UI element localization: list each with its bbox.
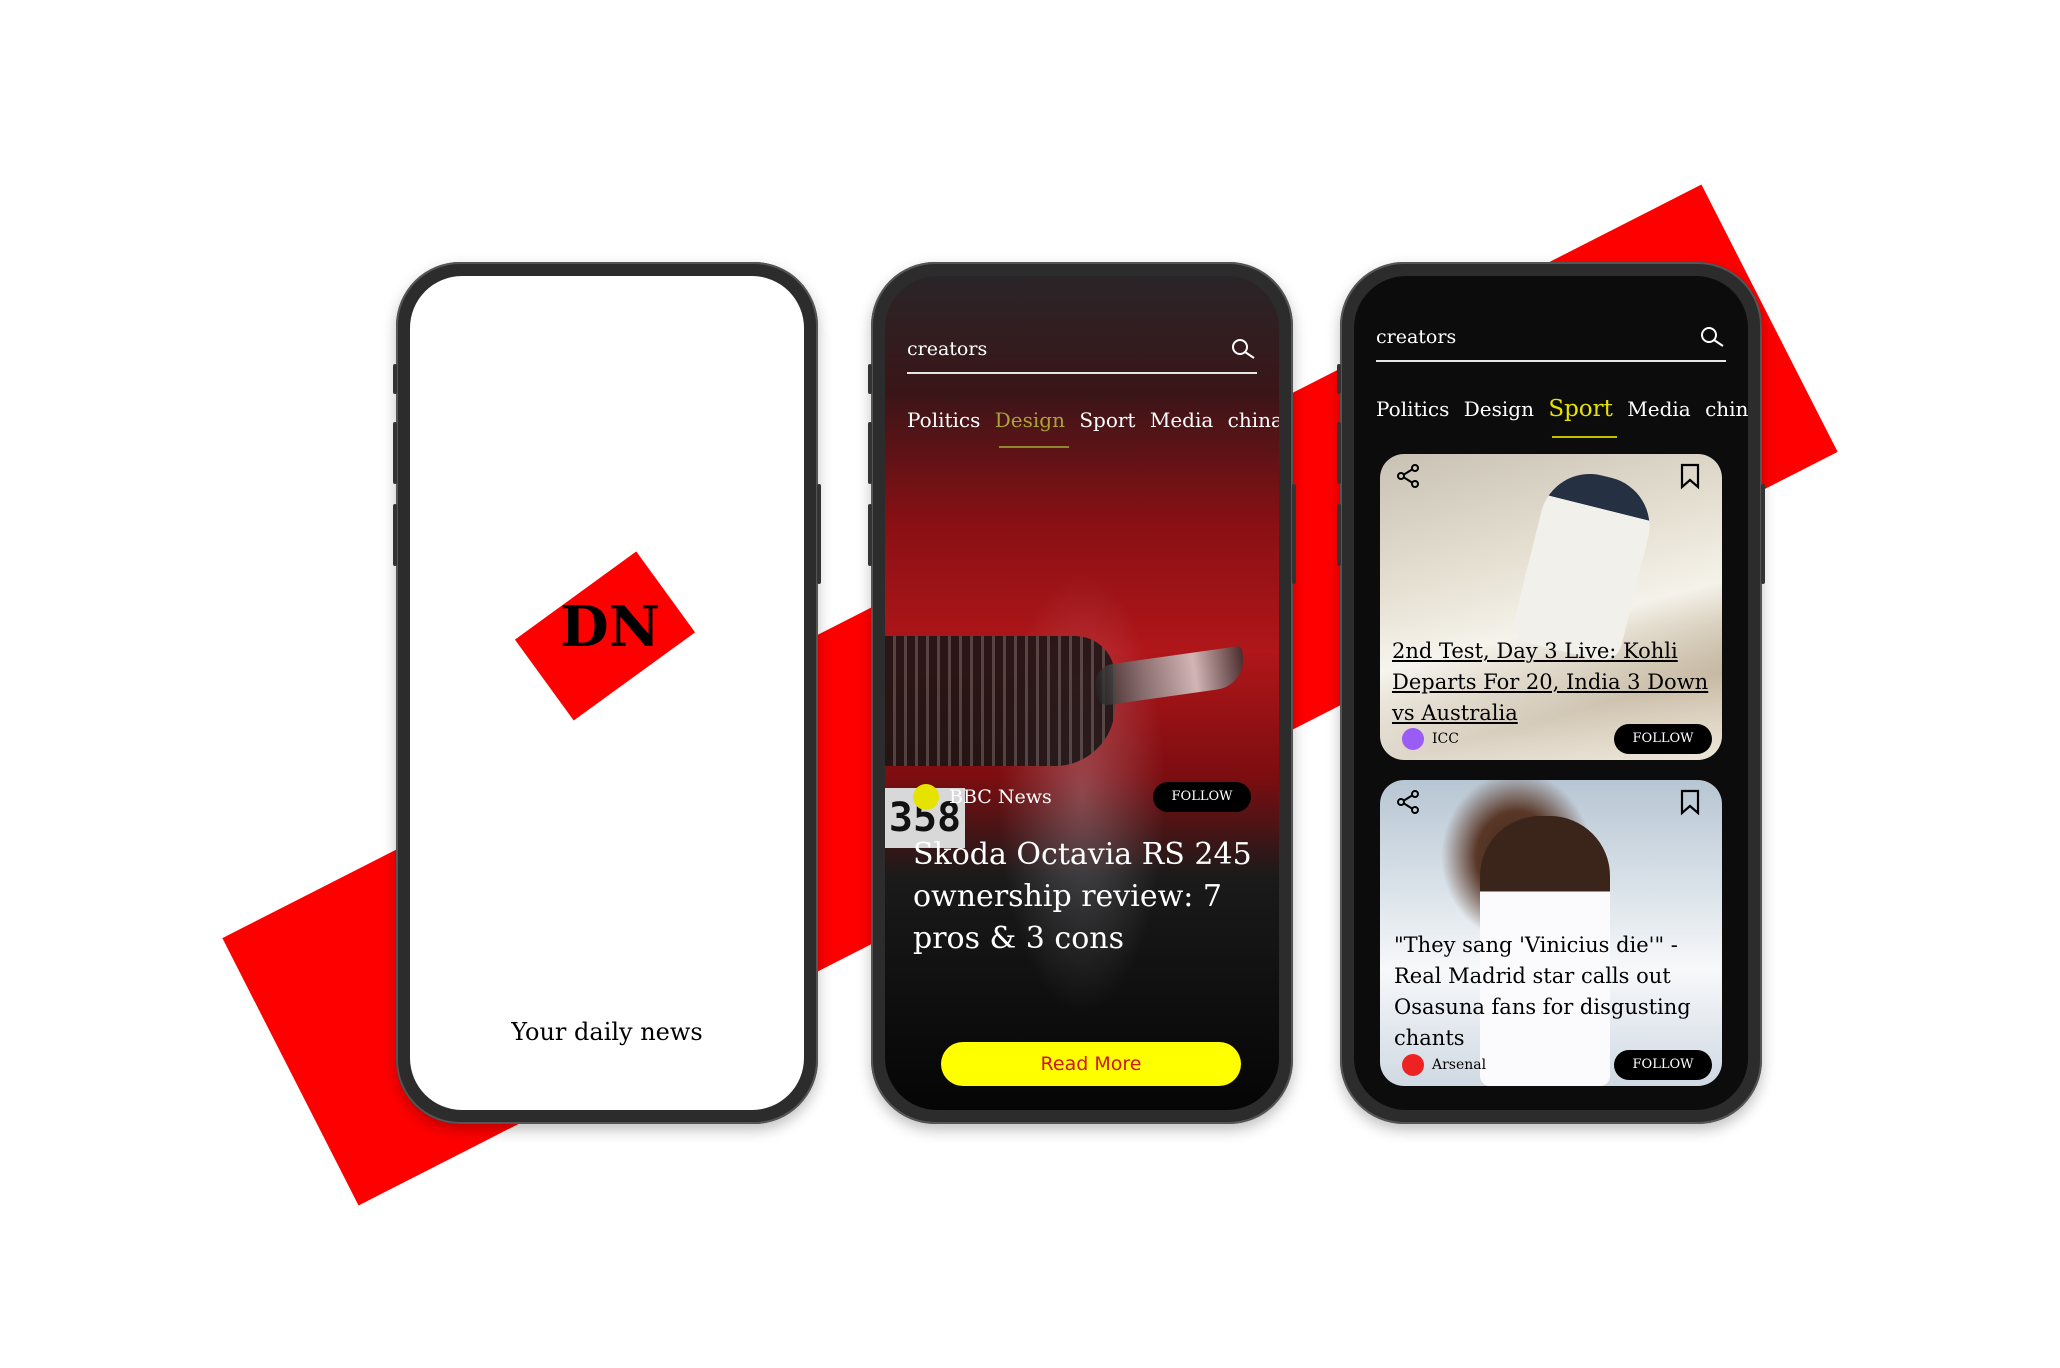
phone-splash: DN Your daily news: [393, 262, 821, 1124]
phone-side-button: [393, 422, 397, 484]
phone-side-button: [868, 364, 872, 394]
bookmark-icon[interactable]: [1676, 788, 1704, 816]
source-avatar: [913, 784, 939, 810]
phone-side-button: [393, 504, 397, 566]
tab-china[interactable]: china: [1228, 408, 1279, 432]
car-image-headlight: [1092, 645, 1248, 707]
search-icon[interactable]: [1698, 324, 1726, 352]
source-avatar: [1402, 728, 1424, 750]
search-bar[interactable]: creators: [907, 330, 1257, 374]
news-card[interactable]: "They sang 'Vinicius die'" - Real Madrid…: [1380, 780, 1722, 1086]
follow-button[interactable]: FOLLOW: [1614, 724, 1712, 754]
logo: DN: [560, 594, 660, 660]
phone-side-button: [1337, 504, 1341, 566]
read-more-button[interactable]: Read More: [941, 1042, 1241, 1086]
category-tabs: Politics Design Sport Media china: [1376, 396, 1748, 438]
phone-side-button: [1337, 364, 1341, 394]
phone-side-button: [393, 364, 397, 394]
phone-side-button: [1337, 422, 1341, 484]
phone-side-button: [817, 484, 821, 584]
phone-side-button: [868, 422, 872, 484]
category-tabs: Politics Design Sport Media china: [907, 408, 1279, 448]
card-photo-cricketer: [1509, 463, 1661, 665]
source-name: Arsenal: [1432, 1057, 1487, 1073]
search-input[interactable]: creators: [907, 338, 987, 360]
tab-sport[interactable]: Sport: [1079, 408, 1135, 432]
tab-design[interactable]: Design: [995, 408, 1070, 448]
tab-sport[interactable]: Sport: [1548, 396, 1617, 438]
source-name: ICC: [1432, 731, 1459, 747]
splash-screen: DN Your daily news: [410, 276, 804, 1110]
tab-china[interactable]: china: [1705, 397, 1748, 421]
source-name: BBC News: [949, 786, 1052, 808]
share-icon[interactable]: [1394, 462, 1422, 490]
tab-politics[interactable]: Politics: [1376, 397, 1449, 421]
search-bar[interactable]: creators: [1376, 318, 1726, 362]
source-row: BBC News FOLLOW: [913, 782, 1251, 812]
card-title[interactable]: 2nd Test, Day 3 Live: Kohli Departs For …: [1392, 636, 1714, 729]
card-title[interactable]: "They sang 'Vinicius die'" - Real Madrid…: [1394, 930, 1714, 1054]
tab-media[interactable]: Media: [1627, 397, 1690, 421]
phone-side-button: [868, 504, 872, 566]
article-headline[interactable]: Skoda Octavia RS 245 ownership review: 7…: [913, 834, 1253, 960]
phone-feed: creators Politics Design Sport Media chi…: [1337, 262, 1765, 1124]
search-input[interactable]: creators: [1376, 326, 1456, 348]
tab-politics[interactable]: Politics: [907, 408, 980, 432]
car-image-grille: [885, 636, 1115, 766]
tab-design[interactable]: Design: [1464, 397, 1534, 421]
follow-button[interactable]: FOLLOW: [1614, 1050, 1712, 1080]
tagline: Your daily news: [511, 1018, 703, 1046]
tab-media[interactable]: Media: [1150, 408, 1213, 432]
phone-feature: 358 creators Politics Design Sport Media…: [868, 262, 1296, 1124]
bookmark-icon[interactable]: [1676, 462, 1704, 490]
source-avatar: [1402, 1054, 1424, 1076]
phone-side-button: [1292, 484, 1296, 584]
follow-button[interactable]: FOLLOW: [1153, 782, 1251, 812]
feed-screen: creators Politics Design Sport Media chi…: [1354, 276, 1748, 1110]
news-card[interactable]: 2nd Test, Day 3 Live: Kohli Departs For …: [1380, 454, 1722, 760]
feature-screen: 358 creators Politics Design Sport Media…: [885, 276, 1279, 1110]
search-icon[interactable]: [1229, 336, 1257, 364]
share-icon[interactable]: [1394, 788, 1422, 816]
phone-side-button: [1761, 484, 1765, 584]
